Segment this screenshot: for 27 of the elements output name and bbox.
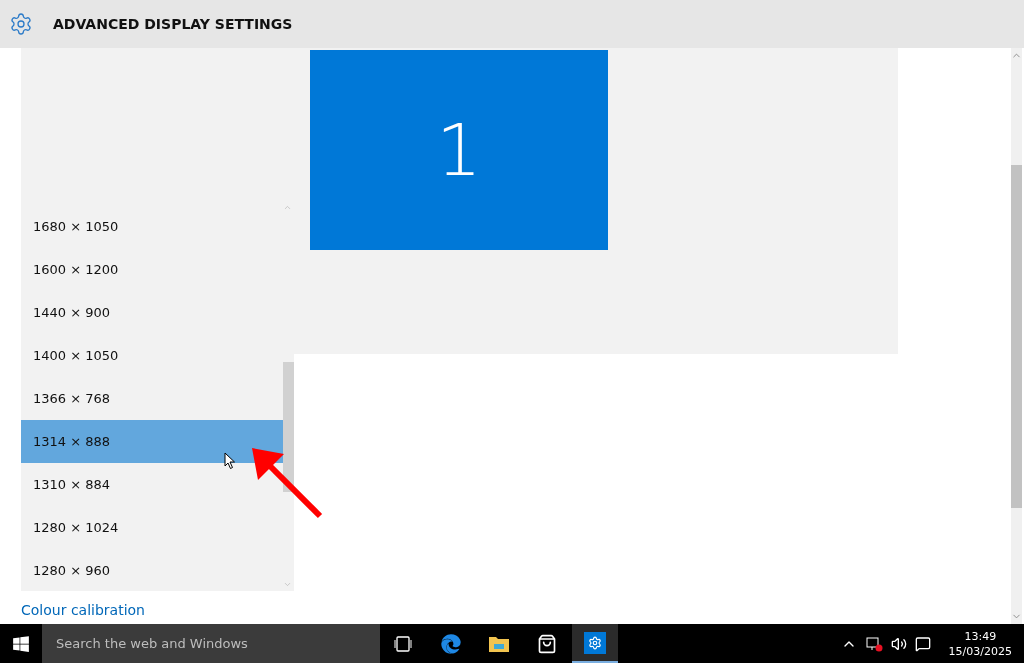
settings-app-button[interactable] <box>572 624 618 663</box>
resolution-option[interactable]: 1400 × 1050 <box>21 334 283 377</box>
resolution-option[interactable]: 1600 × 1200 <box>21 248 283 291</box>
resolution-option[interactable]: 1366 × 768 <box>21 377 283 420</box>
resolution-option[interactable]: 1440 × 900 <box>21 291 283 334</box>
mouse-cursor-icon <box>224 452 236 470</box>
resolution-option[interactable]: 1280 × 960 <box>21 549 283 592</box>
settings-icon <box>9 12 33 36</box>
taskbar-search-field[interactable]: Search the web and Windows <box>42 624 380 663</box>
colour-calibration-link[interactable]: Colour calibration <box>21 602 145 618</box>
monitor-tile[interactable]: 1 <box>310 50 608 250</box>
resolution-option[interactable]: 1280 × 1024 <box>21 506 283 549</box>
notifications-icon[interactable] <box>914 635 931 652</box>
windows-logo-icon <box>12 634 30 653</box>
resolution-option[interactable]: 1314 × 888 <box>21 420 283 463</box>
resolution-option[interactable]: 1310 × 884 <box>21 463 283 506</box>
browser-logo-icon <box>441 633 461 654</box>
page-title: ADVANCED DISPLAY SETTINGS <box>53 16 293 32</box>
network-disconnected-icon[interactable] <box>864 635 883 652</box>
volume-icon[interactable] <box>890 635 907 652</box>
task-view-icon <box>394 635 412 652</box>
shopping-bag-icon <box>537 633 557 654</box>
folder-icon <box>488 634 510 653</box>
scrollbar-thumb[interactable] <box>1011 165 1022 508</box>
list-scrollbar-thumb[interactable] <box>283 362 294 492</box>
taskbar-clock[interactable]: 13:49 15/03/2025 <box>948 628 1012 659</box>
resolution-option[interactable]: 1680 × 1050 <box>21 205 283 248</box>
